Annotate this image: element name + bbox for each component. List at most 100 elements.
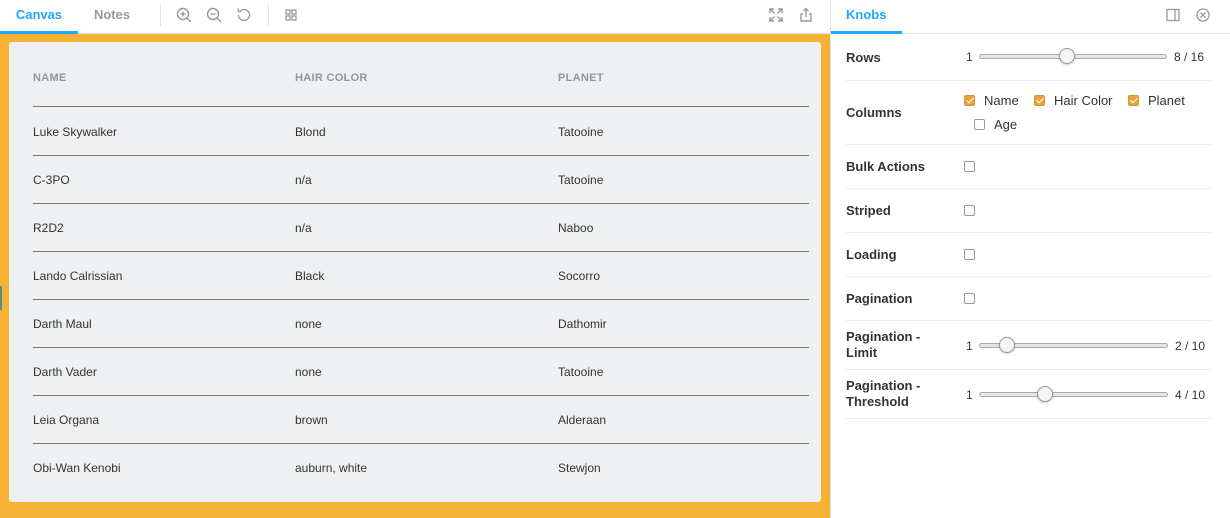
cell-name: Leia Organa <box>33 413 100 427</box>
zoom-out-icon[interactable] <box>204 5 224 25</box>
tab-knobs[interactable]: Knobs <box>831 0 902 34</box>
knob-striped: Striped <box>846 189 1211 233</box>
checkbox-age[interactable] <box>974 119 985 130</box>
cell-hair-color: none <box>295 317 322 331</box>
addons-panel: Knobs Rows 1 8 / 16 Columns Name Hair Co… <box>830 0 1230 518</box>
canvas-pane: Canvas Notes NAME HAIR COLOR PLANET Luke… <box>0 0 830 518</box>
close-icon[interactable] <box>1194 6 1212 24</box>
cell-hair-color: none <box>295 365 322 379</box>
knob-label-line: Pagination - <box>846 329 921 344</box>
toolbar-divider <box>160 4 161 26</box>
table-row: Lando Calrissian Black Socorro <box>33 252 809 300</box>
table-row: Luke Skywalker Blond Tatooine <box>33 108 809 156</box>
checkbox-label: Age <box>994 117 1018 132</box>
table-header: NAME HAIR COLOR PLANET <box>33 42 809 107</box>
addons-toolbar: Knobs <box>831 0 1230 34</box>
knob-label: Columns <box>846 105 902 120</box>
pagination-limit-slider[interactable] <box>979 337 1168 353</box>
bulk-actions-checkbox[interactable] <box>964 161 975 172</box>
rows-slider[interactable] <box>979 48 1167 64</box>
slider-thumb[interactable] <box>1059 48 1076 64</box>
cell-hair-color: Blond <box>295 125 326 139</box>
slider-thumb[interactable] <box>1037 386 1053 402</box>
cell-hair-color: n/a <box>295 173 312 187</box>
knob-label: Pagination - Threshold <box>846 378 920 410</box>
tab-notes[interactable]: Notes <box>78 0 146 34</box>
knob-label: Bulk Actions <box>846 159 925 174</box>
knob-columns: Columns Name Hair Color Planet Age <box>846 81 1211 145</box>
range-value: 4 / 10 <box>1175 388 1206 402</box>
cell-planet: Dathomir <box>558 317 607 331</box>
cell-name: Luke Skywalker <box>33 125 118 139</box>
cell-planet: Alderaan <box>558 413 607 427</box>
knob-label: Loading <box>846 247 897 262</box>
cell-hair-color: n/a <box>295 221 312 235</box>
resize-handle[interactable] <box>0 286 2 310</box>
cell-planet: Tatooine <box>558 365 604 379</box>
table-row: R2D2 n/a Naboo <box>33 204 809 252</box>
cell-hair-color: brown <box>295 413 328 427</box>
cell-name: R2D2 <box>33 221 64 235</box>
range-min: 1 <box>966 339 973 353</box>
panel-orientation-icon[interactable] <box>1164 6 1182 24</box>
cell-name: Lando Calrissian <box>33 269 123 283</box>
checkbox-label: Hair Color <box>1054 93 1113 108</box>
table-row: Leia Organa brown Alderaan <box>33 396 809 444</box>
knob-label: Pagination - Limit <box>846 329 920 361</box>
fullscreen-icon[interactable] <box>766 5 786 25</box>
loading-checkbox[interactable] <box>964 249 975 260</box>
range-value: 2 / 10 <box>1175 339 1206 353</box>
knob-pagination-limit: Pagination - Limit 1 2 / 10 <box>846 321 1211 370</box>
knob-label: Pagination <box>846 291 913 306</box>
cell-name: C-3PO <box>33 173 70 187</box>
cell-name: Darth Maul <box>33 317 92 331</box>
grid-icon[interactable] <box>281 5 301 25</box>
data-table: NAME HAIR COLOR PLANET Luke Skywalker Blo… <box>9 42 821 502</box>
slider-thumb[interactable] <box>999 337 1015 353</box>
cell-hair-color: auburn, white <box>295 461 368 475</box>
cell-planet: Tatooine <box>558 125 604 139</box>
column-header-planet: PLANET <box>558 72 604 84</box>
column-header-hair-color: HAIR COLOR <box>295 72 368 84</box>
story-frame: NAME HAIR COLOR PLANET Luke Skywalker Blo… <box>0 34 830 518</box>
checkbox-label: Name <box>984 93 1019 108</box>
checkbox-hair-color[interactable] <box>1034 95 1045 106</box>
cell-name: Obi-Wan Kenobi <box>33 461 121 475</box>
table-row: Obi-Wan Kenobi auburn, white Stewjon <box>33 444 809 492</box>
share-icon[interactable] <box>796 5 816 25</box>
knob-label-line: Limit <box>846 345 878 360</box>
range-value: 8 / 16 <box>1174 50 1205 64</box>
reset-zoom-icon[interactable] <box>234 5 254 25</box>
cell-planet: Naboo <box>558 221 594 235</box>
column-header-name: NAME <box>33 72 67 84</box>
knob-pagination: Pagination <box>846 277 1211 321</box>
cell-planet: Socorro <box>558 269 601 283</box>
knob-label-line: Threshold <box>846 394 909 409</box>
table-row: Darth Vader none Tatooine <box>33 348 809 396</box>
cell-hair-color: Black <box>295 269 325 283</box>
knob-rows: Rows 1 8 / 16 <box>846 40 1211 81</box>
knob-label: Striped <box>846 203 891 218</box>
cell-planet: Tatooine <box>558 173 604 187</box>
toolbar-divider <box>268 4 269 26</box>
cell-name: Darth Vader <box>33 365 97 379</box>
pagination-threshold-slider[interactable] <box>979 386 1168 402</box>
canvas-toolbar: Canvas Notes <box>0 0 830 34</box>
zoom-in-icon[interactable] <box>174 5 194 25</box>
checkbox-label: Planet <box>1148 93 1185 108</box>
knob-loading: Loading <box>846 233 1211 277</box>
striped-checkbox[interactable] <box>964 205 975 216</box>
range-min: 1 <box>966 388 973 402</box>
cell-planet: Stewjon <box>558 461 601 475</box>
checkbox-name[interactable] <box>964 95 975 106</box>
table-row: C-3PO n/a Tatooine <box>33 156 809 204</box>
knob-label-line: Pagination - <box>846 378 921 393</box>
knob-label: Rows <box>846 50 881 65</box>
table-row: Darth Maul none Dathomir <box>33 300 809 348</box>
checkbox-planet[interactable] <box>1128 95 1139 106</box>
pagination-checkbox[interactable] <box>964 293 975 304</box>
range-min: 1 <box>966 50 973 64</box>
tab-canvas[interactable]: Canvas <box>0 0 78 34</box>
knob-bulk-actions: Bulk Actions <box>846 145 1211 189</box>
knob-pagination-threshold: Pagination - Threshold 1 4 / 10 <box>846 370 1211 419</box>
